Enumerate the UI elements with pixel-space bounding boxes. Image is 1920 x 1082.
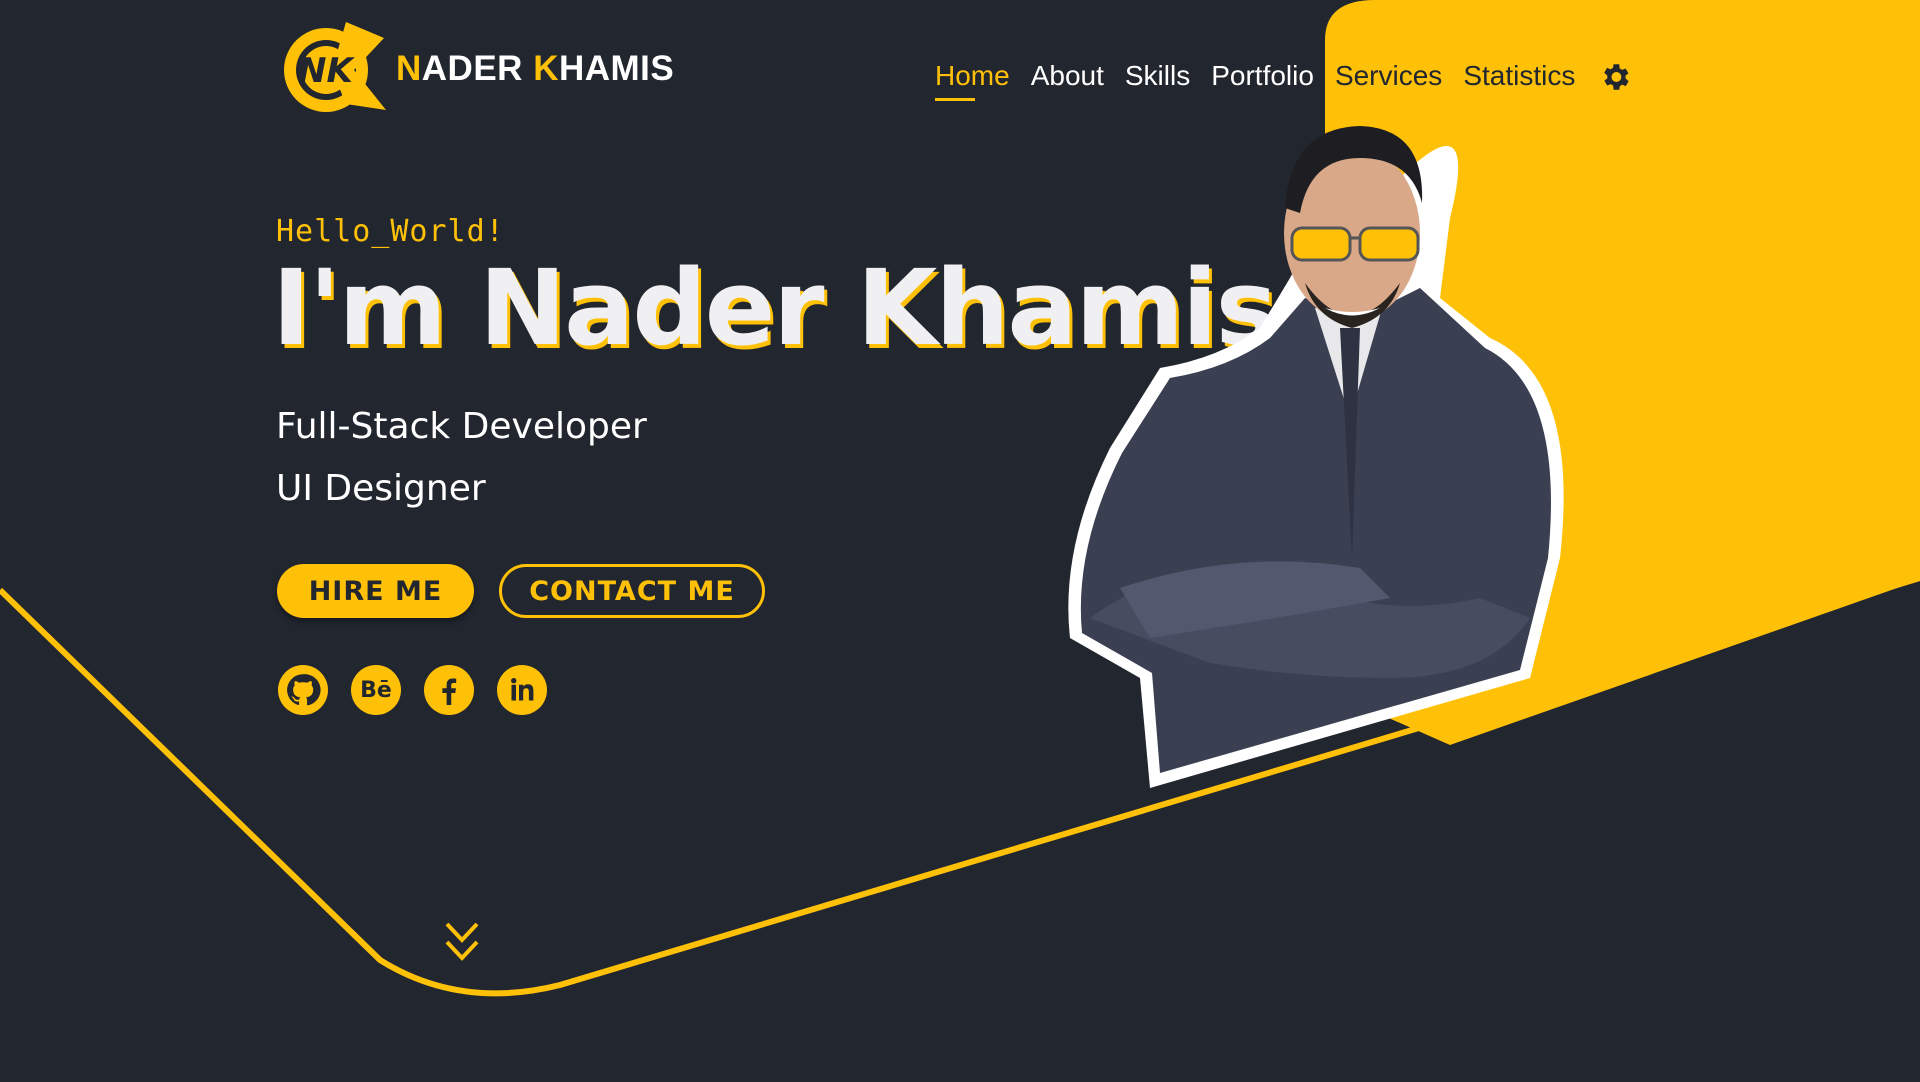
main-navigation: Home About Skills Portfolio Services Sta… [935, 58, 1632, 102]
svg-text:NK: NK [298, 51, 355, 91]
brand-name: NADER KHAMIS [396, 51, 674, 86]
nav-item-skills[interactable]: Skills [1125, 60, 1190, 92]
brand-initial-last: K [533, 48, 559, 88]
brand-rest-last: HAMIS [558, 48, 675, 88]
nav-item-services[interactable]: Services [1335, 60, 1442, 92]
chevron-double-down-icon[interactable] [442, 920, 482, 971]
social-links: Bē [278, 665, 547, 715]
contact-me-button[interactable]: CONTACT ME [499, 564, 765, 618]
linkedin-icon[interactable] [497, 665, 547, 715]
nav-item-portfolio[interactable]: Portfolio [1211, 60, 1314, 92]
brand-rest-first: ADER [421, 48, 534, 88]
hero-role-fullstack: Full-Stack Developer [276, 406, 647, 447]
behance-icon[interactable]: Bē [351, 665, 401, 715]
nav-item-statistics[interactable]: Statistics [1463, 60, 1575, 92]
behance-label: Bē [360, 677, 392, 703]
brand-logo[interactable]: NK NADER KHAMIS [276, 18, 674, 118]
hero-greeting: Hello_World! [276, 214, 505, 249]
nav-item-home[interactable]: Home [935, 60, 1010, 102]
hero-role-designer: UI Designer [276, 468, 486, 509]
nav-item-about[interactable]: About [1031, 60, 1104, 92]
facebook-icon[interactable] [424, 665, 474, 715]
profile-portrait-image [1060, 118, 1580, 798]
brand-initial-first: N [396, 48, 422, 88]
nk-monogram-logo-icon: NK [276, 18, 388, 118]
github-icon[interactable] [278, 665, 328, 715]
gear-icon[interactable] [1598, 60, 1632, 94]
background-shapes [0, 0, 1920, 997]
hire-me-button[interactable]: HIRE ME [277, 564, 474, 618]
